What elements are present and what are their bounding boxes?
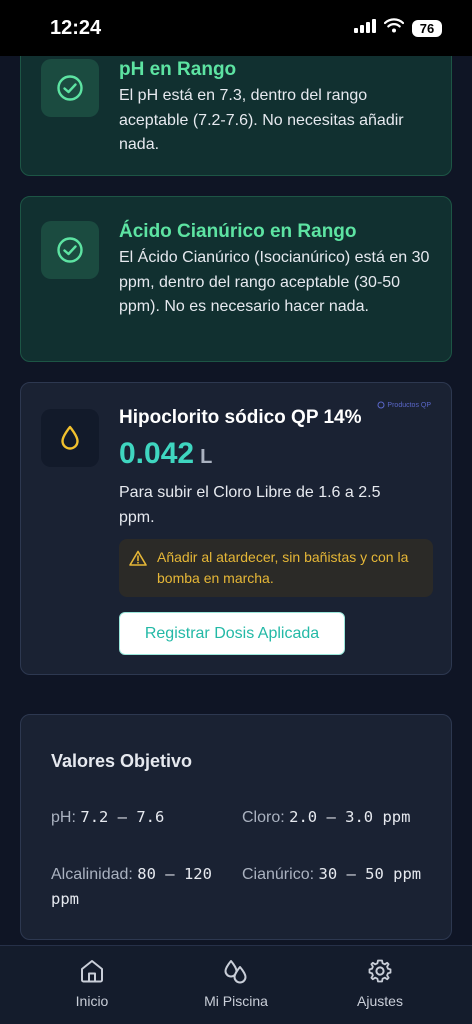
ph-ok-title: pH en Rango bbox=[119, 59, 237, 80]
target-cyanuric-value: 30 – 50 ppm bbox=[318, 865, 422, 883]
target-alkalinity: Alcalinidad: 80 – 120 ppm bbox=[51, 862, 241, 912]
warning-icon bbox=[129, 550, 147, 572]
target-values-card: Valores Objetivo pH: 7.2 – 7.6 Cloro: 2.… bbox=[20, 714, 452, 940]
cya-ok-title: Ácido Cianúrico en Rango bbox=[119, 221, 357, 242]
target-chlorine-value: 2.0 – 3.0 ppm bbox=[289, 808, 411, 826]
dose-product-name: Hipoclorito sódico QP 14% bbox=[119, 407, 362, 428]
gear-icon bbox=[367, 958, 393, 987]
drop-icon bbox=[41, 409, 99, 467]
ph-ok-card: pH en Rango El pH está en 7.3, dentro de… bbox=[20, 40, 452, 176]
dose-warning: Añadir al atardecer, sin bañistas y con … bbox=[119, 539, 433, 597]
nav-item-inicio[interactable]: Inicio bbox=[32, 958, 152, 1009]
cya-ok-card: Ácido Cianúrico en Rango El Ácido Cianúr… bbox=[20, 196, 452, 362]
target-cyanuric: Cianúrico: 30 – 50 ppm bbox=[242, 862, 422, 887]
nav-label-mi-piscina: Mi Piscina bbox=[204, 993, 268, 1009]
target-ph: pH: 7.2 – 7.6 bbox=[51, 805, 241, 830]
target-ph-value: 7.2 – 7.6 bbox=[80, 808, 165, 826]
dose-card: Hipoclorito sódico QP 14% Productos QP 0… bbox=[20, 382, 452, 675]
register-dose-button[interactable]: Registrar Dosis Aplicada bbox=[119, 612, 345, 655]
check-circle-icon bbox=[41, 59, 99, 117]
status-time: 12:24 bbox=[50, 16, 102, 39]
nav-item-mi-piscina[interactable]: Mi Piscina bbox=[176, 958, 296, 1009]
dose-amount: 0.042 L bbox=[119, 437, 212, 471]
product-badge: Productos QP bbox=[377, 401, 431, 409]
bottom-navigation: Inicio Mi Piscina Ajustes bbox=[0, 945, 472, 1024]
target-chlorine-label: Cloro: bbox=[242, 809, 285, 826]
target-chlorine: Cloro: 2.0 – 3.0 ppm bbox=[242, 805, 422, 830]
dose-description: Para subir el Cloro Libre de 1.6 a 2.5 p… bbox=[119, 484, 381, 526]
signal-icon bbox=[354, 18, 376, 38]
target-cyanuric-label: Cianúrico: bbox=[242, 866, 315, 883]
product-badge-label: Productos QP bbox=[387, 401, 431, 409]
wifi-icon bbox=[383, 18, 405, 38]
target-values-title: Valores Objetivo bbox=[51, 751, 193, 771]
home-icon bbox=[79, 958, 105, 987]
dose-amount-unit: L bbox=[200, 446, 213, 468]
dose-warning-text: Añadir al atardecer, sin bañistas y con … bbox=[157, 549, 409, 586]
dose-amount-value: 0.042 bbox=[119, 437, 195, 470]
ph-ok-text: El pH está en 7.3, dentro del rango acep… bbox=[119, 87, 404, 153]
target-alkalinity-label: Alcalinidad: bbox=[51, 866, 133, 883]
cya-ok-text: El Ácido Cianúrico (Isocianúrico) está e… bbox=[119, 249, 430, 315]
target-ph-label: pH: bbox=[51, 809, 76, 826]
status-bar: 12:24 76 bbox=[0, 0, 472, 56]
drops-icon bbox=[222, 958, 250, 987]
nav-label-ajustes: Ajustes bbox=[357, 993, 403, 1009]
nav-label-inicio: Inicio bbox=[75, 993, 109, 1009]
check-circle-icon bbox=[41, 221, 99, 279]
status-icons: 76 bbox=[354, 18, 442, 38]
nav-item-ajustes[interactable]: Ajustes bbox=[320, 958, 440, 1009]
battery-icon: 76 bbox=[412, 19, 442, 37]
